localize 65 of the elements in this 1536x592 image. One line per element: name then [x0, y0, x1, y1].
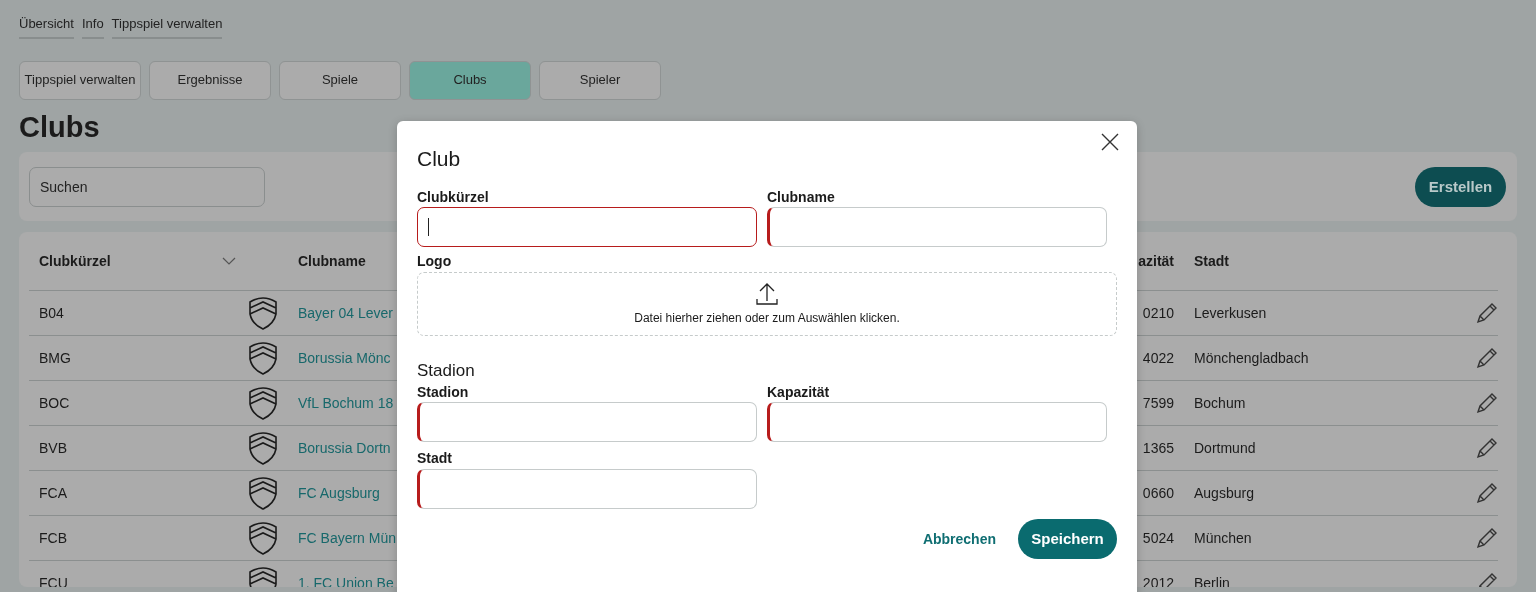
- table-cell-text: 7599: [1141, 393, 1174, 413]
- shield-icon: [248, 430, 278, 466]
- upload-icon: [755, 281, 779, 306]
- table-cell-text: Mönchengladbach: [1194, 348, 1310, 368]
- create-button[interactable]: Erstellen: [1415, 166, 1506, 207]
- page-title: Clubs: [19, 109, 100, 145]
- edit-icon[interactable]: [1476, 392, 1498, 415]
- tab[interactable]: Tippspiel verwalten: [19, 60, 141, 100]
- table-cell-text: FCA: [39, 483, 68, 503]
- cancel-button[interactable]: Abbrechen: [916, 527, 1002, 551]
- table-cell-text: BOC: [39, 393, 71, 413]
- field-label: Logo: [417, 253, 453, 271]
- field-label: Clubkürzel: [417, 188, 490, 206]
- sort-chevron-icon[interactable]: [222, 257, 236, 266]
- column-header[interactable]: Clubkürzel: [39, 250, 111, 272]
- table-cell-text: Berlin: [1194, 573, 1231, 588]
- table-cell-text: BVB: [39, 438, 68, 458]
- tab[interactable]: Clubs: [409, 60, 531, 100]
- text-cursor: [428, 218, 429, 237]
- section-heading: Stadion: [417, 360, 476, 383]
- breadcrumb-link[interactable]: Übersicht: [19, 14, 74, 39]
- tab[interactable]: Spieler: [539, 60, 661, 100]
- close-icon[interactable]: [1101, 133, 1119, 151]
- table-cell-text: München: [1194, 528, 1253, 548]
- shield-icon: [248, 475, 278, 511]
- breadcrumb-link[interactable]: Tippspiel verwalten: [111, 14, 223, 39]
- save-button[interactable]: Speichern: [1018, 519, 1117, 560]
- table-cell-text: FCU: [39, 573, 69, 588]
- table-cell-text: 0660: [1141, 483, 1174, 503]
- tab[interactable]: Spiele: [279, 60, 401, 100]
- shield-icon: [248, 340, 278, 376]
- table-cell-text: Dortmund: [1194, 438, 1257, 458]
- table-cell-text: 1365: [1141, 438, 1174, 458]
- shield-icon: [248, 385, 278, 421]
- column-header[interactable]: Stadt: [1194, 250, 1476, 272]
- field-label: Stadion: [417, 383, 470, 401]
- edit-icon[interactable]: [1476, 347, 1498, 370]
- breadcrumb-link[interactable]: Info: [81, 14, 104, 39]
- column-header[interactable]: Clubname: [298, 250, 397, 272]
- table-cell-text: Leverkusen: [1194, 303, 1268, 323]
- shield-icon: [248, 295, 278, 331]
- field-label: Stadt: [417, 450, 453, 468]
- table-cell-text: 5024: [1141, 528, 1174, 548]
- edit-icon[interactable]: [1476, 527, 1498, 550]
- table-cell-text: B04: [39, 303, 65, 323]
- edit-icon[interactable]: [1476, 302, 1498, 325]
- input-field[interactable]: [417, 207, 757, 248]
- edit-icon[interactable]: [1476, 572, 1498, 588]
- shield-icon: [248, 520, 278, 556]
- table-cell-text: Augsburg: [1194, 483, 1255, 503]
- file-dropzone[interactable]: Datei hierher ziehen oder zum Auswählen klicken.: [417, 272, 1117, 337]
- search-field[interactable]: Suchen: [29, 166, 265, 207]
- dropzone-hint: Datei hierher ziehen oder zum Auswählen klicken.: [634, 309, 900, 327]
- table-cell-text: BMG: [39, 348, 72, 368]
- edit-icon[interactable]: [1476, 437, 1498, 460]
- table-cell-text: Bochum: [1194, 393, 1247, 413]
- field-label: Kapazität: [767, 383, 831, 401]
- table-cell-text: 4022: [1141, 348, 1174, 368]
- dialog-title: Club: [417, 146, 461, 172]
- table-cell-text: 2012: [1141, 573, 1174, 588]
- table-cell-text: 0210: [1141, 303, 1174, 323]
- field-label: Clubname: [767, 188, 836, 206]
- edit-icon[interactable]: [1476, 482, 1498, 505]
- table-cell-text: FCB: [39, 528, 68, 548]
- tab[interactable]: Ergebnisse: [149, 60, 271, 100]
